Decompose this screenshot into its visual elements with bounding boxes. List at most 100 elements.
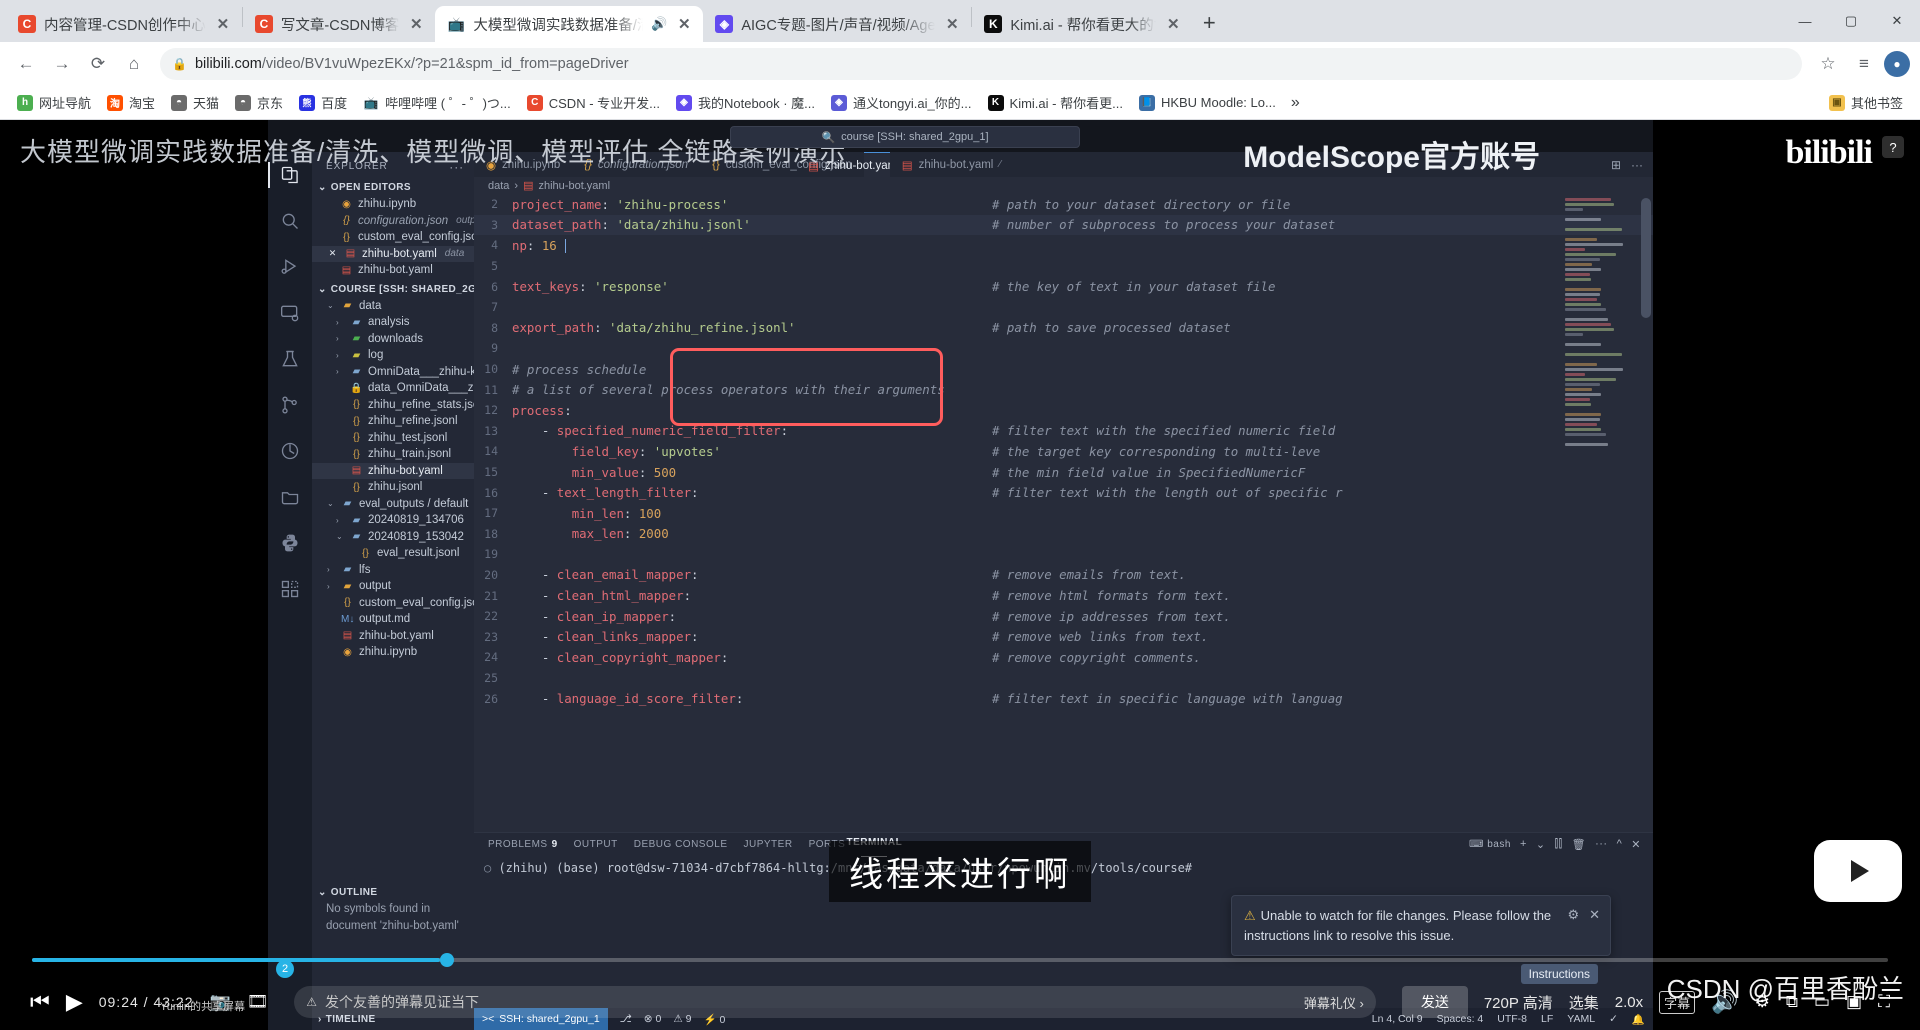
code-line[interactable]: 6 text_keys: 'response' # the key of text …: [474, 276, 1653, 297]
workspace-header[interactable]: ⌄ COURSE [SSH: SHARED_2GPU_1]: [312, 281, 474, 298]
code-line[interactable]: 18 max_len: 2000: [474, 524, 1653, 545]
bookmark-star-icon[interactable]: ☆: [1812, 48, 1844, 80]
breadcrumb-file[interactable]: zhihu-bot.yaml: [539, 180, 611, 192]
code-editor[interactable]: 2 project_name: 'zhihu-process' # path to …: [474, 194, 1653, 832]
reading-list-icon[interactable]: ≡: [1848, 48, 1880, 80]
tree-folder[interactable]: ⌄ ▰ eval_outputs / default: [312, 496, 474, 513]
code-line[interactable]: 20 - clean_email_mapper: # remove emails …: [474, 565, 1653, 586]
open-editor-item[interactable]: ◉ zhihu.ipynb: [312, 196, 474, 213]
editor-tab-active[interactable]: ▤ zhihu-bot.yaml data ✕: [808, 152, 945, 178]
code-line[interactable]: 9: [474, 338, 1653, 359]
minimize-icon[interactable]: —: [1782, 0, 1828, 42]
code-line[interactable]: 26 - language_id_score_filter: # filter t…: [474, 688, 1653, 709]
close-icon[interactable]: ✕: [214, 15, 232, 33]
activity-item-extensions[interactable]: [268, 576, 312, 602]
bookmark-item[interactable]: 淘淘宝: [100, 90, 162, 115]
editor-tab[interactable]: ▤ zhihu-bot.yaml ⁄: [889, 152, 1014, 177]
tree-folder[interactable]: › ▰ 20240819_134706: [312, 512, 474, 529]
code-line[interactable]: 19: [474, 544, 1653, 565]
code-line[interactable]: 22 - clean_ip_mapper: # remove ip address…: [474, 606, 1653, 627]
close-icon[interactable]: ✕: [1589, 905, 1600, 925]
new-tab-button[interactable]: +: [1192, 6, 1226, 40]
tree-file[interactable]: ▤ zhihu-bot.yaml: [312, 462, 474, 479]
tree-file[interactable]: {} custom_eval_config.json: [312, 595, 474, 612]
home-icon[interactable]: ⌂: [118, 48, 150, 80]
record-gif-icon[interactable]: 🎞: [247, 992, 269, 1012]
tree-folder[interactable]: › ▰ downloads: [312, 331, 474, 348]
panel-tab-output[interactable]: OUTPUT: [574, 839, 618, 850]
tree-folder[interactable]: › ▰ output: [312, 578, 474, 595]
close-panel-icon[interactable]: ✕: [1631, 838, 1641, 851]
code-line[interactable]: 17 min_len: 100: [474, 503, 1653, 524]
vscode-command-center[interactable]: 🔍 course [SSH: shared_2gpu_1]: [730, 126, 1080, 148]
bookmark-item[interactable]: 📘 HKBU Moodle: Lo...: [1132, 92, 1283, 114]
outline-header[interactable]: ⌄ OUTLINE: [312, 884, 474, 901]
activity-item-python[interactable]: [268, 530, 312, 556]
maximize-icon[interactable]: ▢: [1828, 0, 1874, 42]
browser-tab[interactable]: K Kimi.ai - 帮你看更大的世界 ✕: [972, 6, 1192, 42]
chevron-right-icon[interactable]: ›: [336, 334, 345, 343]
tree-file[interactable]: ◉ zhihu.ipynb: [312, 644, 474, 661]
tree-file[interactable]: M↓ output.md: [312, 611, 474, 628]
other-bookmarks-button[interactable]: ▣ 其他书签: [1822, 90, 1910, 115]
bookmark-item[interactable]: ◓ 京东: [228, 90, 290, 115]
tree-file[interactable]: {} zhihu_refine_stats.jsonl: [312, 397, 474, 414]
code-line[interactable]: 23 - clean_links_mapper: # remove web lin…: [474, 626, 1653, 647]
bookmarks-overflow-icon[interactable]: »: [1285, 94, 1306, 112]
play-icon[interactable]: ▶: [66, 989, 83, 1015]
activity-item-run-debug[interactable]: [268, 254, 312, 280]
open-editor-item[interactable]: {} custom_eval_config.json: [312, 229, 474, 246]
split-editor-icon[interactable]: ⊞: [1611, 158, 1621, 172]
code-line[interactable]: 4 np: 16: [474, 235, 1653, 256]
breadcrumb[interactable]: data › ▤ zhihu-bot.yaml: [474, 177, 1653, 194]
chevron-right-icon[interactable]: ›: [336, 318, 345, 327]
bookmark-item[interactable]: C CSDN - 专业开发...: [520, 90, 667, 115]
browser-tab[interactable]: ◈ AIGC专题-图片/声音/视频/Agen ✕: [703, 6, 971, 42]
bookmark-item[interactable]: ◓ 天猫: [164, 90, 226, 115]
activity-item-timeline[interactable]: [268, 438, 312, 464]
video-progress-bar[interactable]: [32, 953, 1888, 967]
panel-tab-debug-console[interactable]: DEBUG CONSOLE: [634, 839, 728, 850]
activity-item-workspace[interactable]: [268, 484, 312, 510]
episode-selector[interactable]: 选集: [1569, 992, 1599, 1013]
address-bar[interactable]: 🔒 bilibili.com/video/BV1vuWpezEKx/?p=21&…: [160, 48, 1802, 80]
tree-file[interactable]: {} eval_result.jsonl: [312, 545, 474, 562]
help-icon[interactable]: ?: [1882, 136, 1904, 158]
chevron-down-icon[interactable]: ⌄: [1536, 838, 1546, 851]
terminal-shell-label[interactable]: ⌨ bash: [1469, 839, 1511, 850]
profile-avatar[interactable]: ●: [1884, 51, 1910, 77]
playback-speed[interactable]: 2.0x: [1615, 994, 1643, 1011]
close-icon[interactable]: ✕: [675, 15, 693, 33]
bookmark-item[interactable]: K Kimi.ai - 帮你看更...: [981, 90, 1130, 115]
activity-item-source-control[interactable]: [268, 392, 312, 418]
code-line[interactable]: 14 field_key: 'upvotes' # the target key …: [474, 441, 1653, 462]
quality-selector[interactable]: 720P 高清: [1484, 992, 1553, 1013]
activity-item-testing[interactable]: [268, 346, 312, 372]
tree-file[interactable]: {} zhihu_refine.jsonl: [312, 413, 474, 430]
code-line[interactable]: 7: [474, 297, 1653, 318]
editor-scrollbar[interactable]: [1641, 198, 1651, 318]
tree-file[interactable]: {} zhihu_train.jsonl: [312, 446, 474, 463]
activity-item-search[interactable]: [268, 208, 312, 234]
bookmark-item[interactable]: 熊百度: [292, 90, 354, 115]
bookmark-item[interactable]: ◈ 我的Notebook · 魔...: [669, 90, 822, 115]
send-danmaku-button[interactable]: 发送: [1401, 986, 1468, 1018]
code-line[interactable]: 12 process:: [474, 400, 1653, 421]
forward-icon[interactable]: →: [46, 48, 78, 80]
close-icon[interactable]: ✕: [407, 15, 425, 33]
bookmark-item[interactable]: 📺 哔哩哔哩 ( ゜- ゜)つ...: [356, 90, 518, 115]
code-line[interactable]: 10 # process schedule: [474, 359, 1653, 380]
previous-episode-icon[interactable]: ⏮: [30, 989, 50, 1015]
code-line[interactable]: 13 - specified_numeric_field_filter: # fi…: [474, 421, 1653, 442]
maximize-panel-icon[interactable]: ^: [1617, 838, 1623, 850]
split-terminal-icon[interactable]: ⫿⫿: [1555, 838, 1563, 851]
code-line[interactable]: 24 - clean_copyright_mapper: # remove cop…: [474, 647, 1653, 668]
explorer-sidebar[interactable]: EXPLORER ··· ⌄ OPEN EDITORS ◉ zhihu.ipyn…: [312, 152, 474, 1030]
browser-tab-active[interactable]: 📺 大模型微调实践数据准备/清 🔊 ✕: [435, 6, 704, 42]
back-icon[interactable]: ←: [10, 48, 42, 80]
browser-tab[interactable]: C 写文章-CSDN博客 ✕: [243, 6, 435, 42]
code-line[interactable]: 8 export_path: 'data/zhihu_refine.jsonl' #…: [474, 318, 1653, 339]
danmaku-etiquette-link[interactable]: 弹幕礼仪 ›: [1304, 993, 1364, 1012]
chevron-right-icon[interactable]: ›: [327, 565, 336, 574]
close-icon[interactable]: ✕: [943, 15, 961, 33]
